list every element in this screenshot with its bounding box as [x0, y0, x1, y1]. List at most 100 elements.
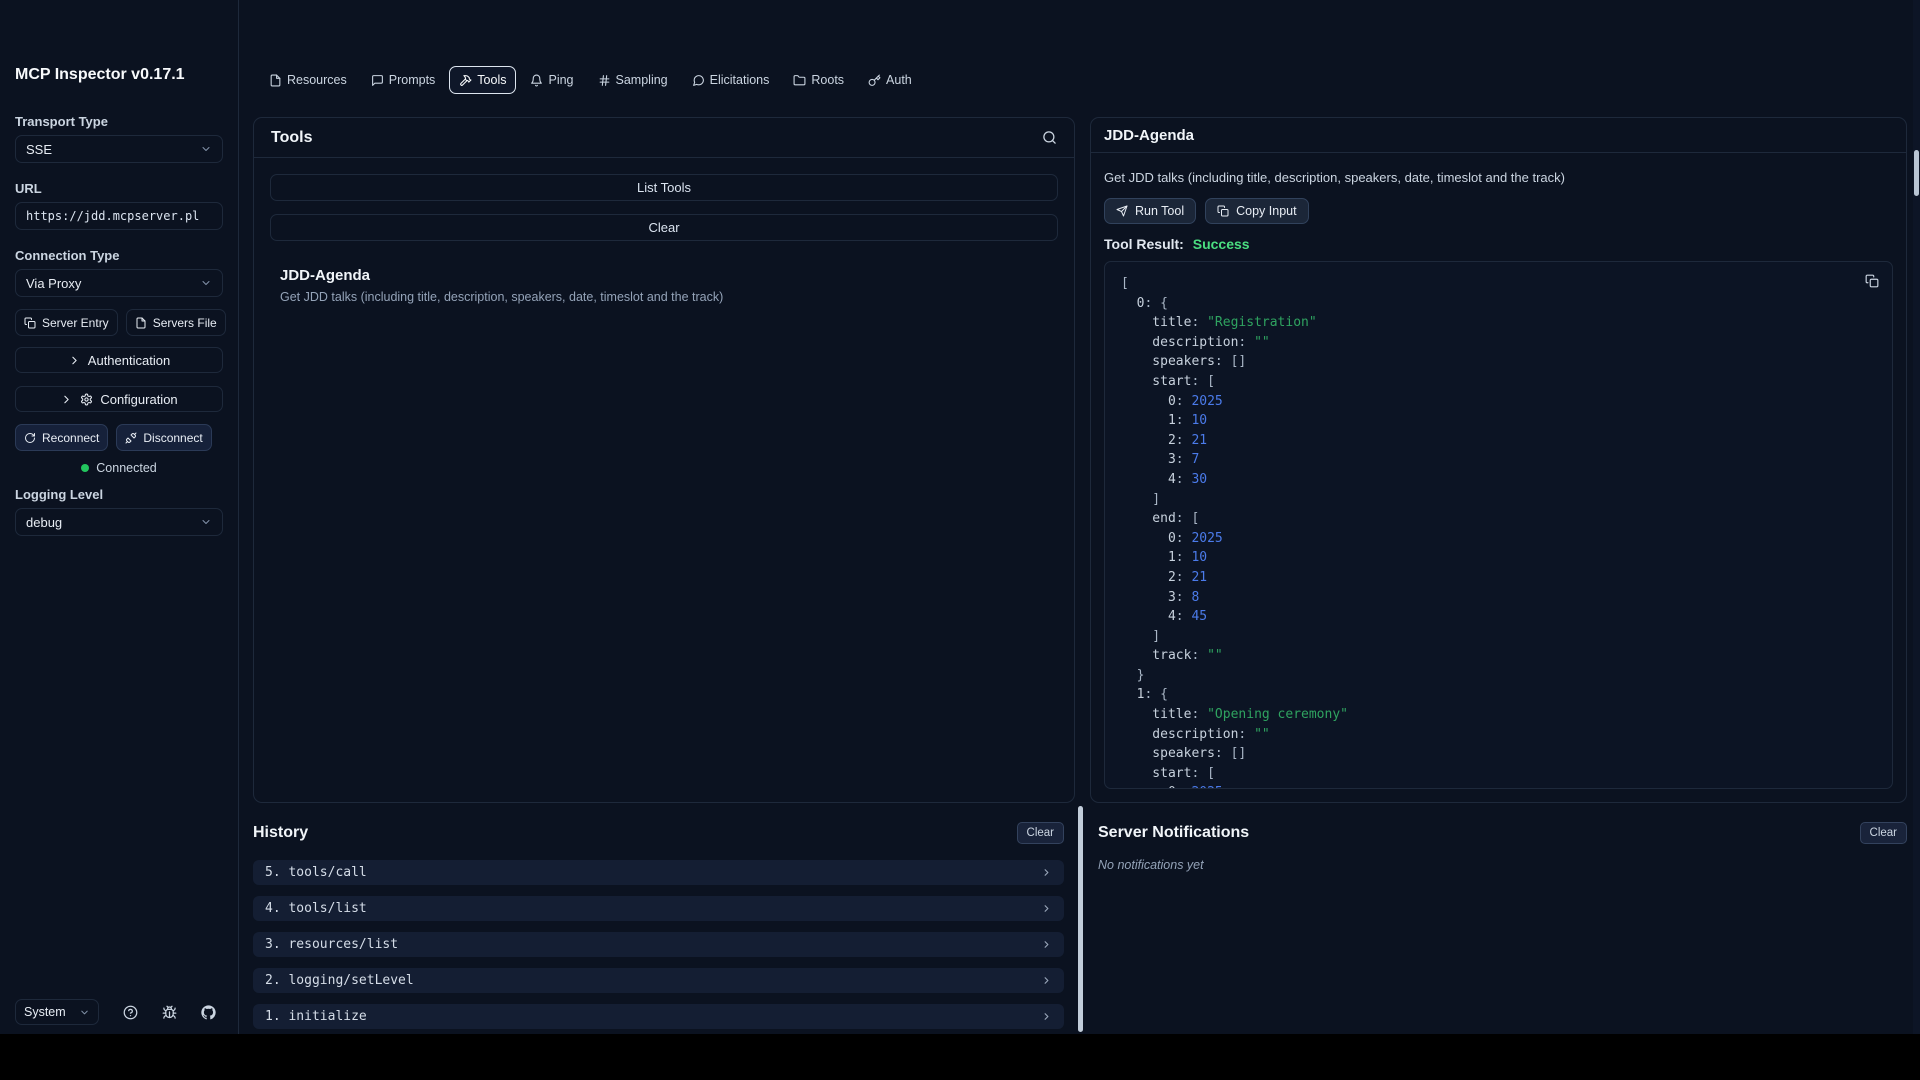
- tab-auth[interactable]: Auth: [858, 66, 922, 94]
- server-entry-label: Server Entry: [42, 316, 109, 330]
- clear-notifications-button[interactable]: Clear: [1860, 822, 1907, 844]
- sidebar: MCP Inspector v0.17.1 Transport Type SSE…: [0, 0, 239, 1034]
- notifications-empty-text: No notifications yet: [1098, 858, 1907, 872]
- tab-roots[interactable]: Roots: [783, 66, 854, 94]
- app-title: MCP Inspector v0.17.1: [15, 66, 223, 84]
- copy-input-button[interactable]: Copy Input: [1205, 198, 1308, 224]
- chevron-down-icon: [79, 1007, 90, 1018]
- copy-icon: [24, 317, 36, 329]
- theme-select[interactable]: System: [15, 999, 99, 1025]
- run-tool-button[interactable]: Run Tool: [1104, 198, 1196, 224]
- authentication-toggle[interactable]: Authentication: [15, 347, 223, 373]
- tab-label: Prompts: [389, 73, 436, 87]
- connection-status: Connected: [15, 461, 223, 475]
- hash-icon: [598, 74, 611, 87]
- tab-prompts[interactable]: Prompts: [361, 66, 446, 94]
- transport-type-value: SSE: [26, 142, 52, 157]
- history-item[interactable]: 1. initialize: [253, 1004, 1064, 1029]
- tab-elicitations[interactable]: Elicitations: [682, 66, 780, 94]
- clear-tools-button[interactable]: Clear: [270, 214, 1058, 241]
- history-item[interactable]: 2. logging/setLevel: [253, 968, 1064, 993]
- help-circle-icon: [123, 1005, 138, 1020]
- search-button[interactable]: [1042, 130, 1057, 145]
- connection-type-select[interactable]: Via Proxy: [15, 269, 223, 297]
- url-label: URL: [15, 181, 223, 196]
- tab-ping[interactable]: Ping: [520, 66, 583, 94]
- tab-tools[interactable]: Tools: [449, 66, 516, 94]
- configuration-toggle[interactable]: Configuration: [15, 386, 223, 412]
- json-lines: [ 0: { title: "Registration" description…: [1105, 262, 1892, 789]
- url-input[interactable]: [15, 202, 223, 230]
- panel-resize-handle[interactable]: [1078, 806, 1083, 1032]
- chevron-right-icon: [60, 393, 73, 406]
- help-button[interactable]: [123, 1005, 138, 1020]
- tab-label: Auth: [886, 73, 912, 87]
- logging-level-select[interactable]: debug: [15, 508, 223, 536]
- history-title: History: [253, 824, 308, 842]
- tab-label: Ping: [548, 73, 573, 87]
- authentication-label: Authentication: [88, 353, 170, 368]
- tool-name: JDD-Agenda: [280, 267, 1058, 284]
- tab-resources[interactable]: Resources: [259, 66, 357, 94]
- connected-dot-icon: [81, 464, 89, 472]
- history-item-label: 2. logging/setLevel: [265, 973, 414, 988]
- copy-result-button[interactable]: [1865, 274, 1879, 288]
- connection-type-label: Connection Type: [15, 248, 223, 263]
- connection-status-text: Connected: [96, 461, 156, 475]
- history-item[interactable]: 3. resources/list: [253, 932, 1064, 957]
- copy-input-label: Copy Input: [1236, 204, 1296, 218]
- transport-type-select[interactable]: SSE: [15, 135, 223, 163]
- history-item-label: 4. tools/list: [265, 901, 367, 916]
- server-notifications-section: Server Notifications Clear No notificati…: [1098, 822, 1907, 872]
- disconnect-button[interactable]: Disconnect: [116, 424, 211, 451]
- bottom-bar: [0, 1034, 1920, 1080]
- history-item-label: 1. initialize: [265, 1009, 367, 1024]
- tab-label: Elicitations: [710, 73, 770, 87]
- chevron-down-icon: [200, 516, 212, 528]
- tool-list-item[interactable]: JDD-Agenda Get JDD talks (including titl…: [270, 267, 1058, 304]
- theme-value: System: [24, 1005, 66, 1019]
- tool-detail-description: Get JDD talks (including title, descript…: [1104, 170, 1893, 185]
- clear-history-button[interactable]: Clear: [1017, 822, 1064, 844]
- servers-file-button[interactable]: Servers File: [126, 309, 226, 336]
- sidebar-footer: System: [15, 999, 223, 1025]
- reconnect-button[interactable]: Reconnect: [15, 424, 108, 451]
- logging-level-label: Logging Level: [15, 487, 223, 502]
- search-icon: [1042, 130, 1057, 145]
- window-scrollbar-thumb[interactable]: [1914, 150, 1919, 196]
- chevron-right-icon: [1041, 867, 1052, 878]
- server-entry-button[interactable]: Server Entry: [15, 309, 118, 336]
- chevron-down-icon: [200, 143, 212, 155]
- history-item-label: 3. resources/list: [265, 937, 398, 952]
- tool-detail-title: JDD-Agenda: [1104, 127, 1194, 144]
- tab-label: Sampling: [616, 73, 668, 87]
- json-result-viewer: [ 0: { title: "Registration" description…: [1104, 261, 1893, 789]
- copy-icon: [1865, 274, 1879, 288]
- tab-bar: Resources Prompts Tools Ping Sampling El…: [259, 66, 922, 94]
- github-button[interactable]: [201, 1005, 216, 1020]
- reconnect-label: Reconnect: [42, 431, 99, 445]
- message-square-icon: [371, 74, 384, 87]
- chevron-right-icon: [1041, 1011, 1052, 1022]
- tab-label: Roots: [811, 73, 844, 87]
- chevron-right-icon: [1041, 903, 1052, 914]
- chevron-right-icon: [1041, 939, 1052, 950]
- tab-label: Tools: [477, 73, 506, 87]
- chevron-down-icon: [200, 277, 212, 289]
- tab-label: Resources: [287, 73, 347, 87]
- history-item[interactable]: 4. tools/list: [253, 896, 1064, 921]
- bug-icon: [162, 1005, 177, 1020]
- message-circle-icon: [692, 74, 705, 87]
- history-section: History Clear 5. tools/call 4. tools/lis…: [253, 822, 1064, 1040]
- copy-icon: [1217, 205, 1229, 217]
- tab-sampling[interactable]: Sampling: [588, 66, 678, 94]
- folder-icon: [793, 74, 806, 87]
- history-item[interactable]: 5. tools/call: [253, 860, 1064, 885]
- tool-result-label: Tool Result:: [1104, 236, 1184, 252]
- list-tools-button[interactable]: List Tools: [270, 174, 1058, 201]
- bug-report-button[interactable]: [162, 1005, 177, 1020]
- servers-file-label: Servers File: [153, 316, 217, 330]
- resources-icon: [269, 74, 282, 87]
- tool-detail-panel: JDD-Agenda Get JDD talks (including titl…: [1090, 117, 1907, 803]
- restart-icon: [24, 432, 36, 444]
